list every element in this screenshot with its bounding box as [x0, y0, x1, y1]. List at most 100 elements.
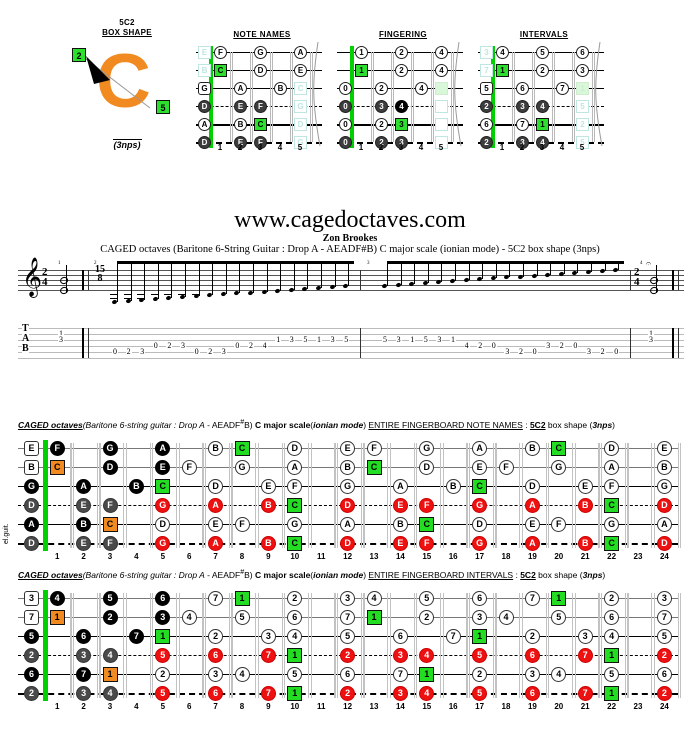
fretboard-note-marker: 6: [208, 686, 224, 701]
tab-fret-number: 2: [558, 341, 565, 350]
fretboard-fret-line: [492, 593, 495, 698]
fretboard-fret-line: [284, 443, 286, 548]
fretboard-note-marker: F: [551, 517, 567, 532]
fretboard-note-marker: 4: [181, 610, 197, 625]
fb-int-h-scale: C major scale: [255, 569, 311, 580]
fretboard-note-marker: G: [472, 536, 488, 551]
fretboard-fret-number: 8: [239, 702, 245, 711]
fretboard-note-marker: 3: [76, 648, 92, 663]
tab-fret-number: 0: [613, 347, 620, 356]
website-title: www.cagedoctaves.com: [234, 207, 466, 233]
fretboard-note-marker: E: [392, 536, 408, 551]
note-beam: [117, 261, 355, 264]
fretboard-fret-number: 15: [422, 702, 432, 711]
fretboard-note-marker: 6: [287, 610, 303, 625]
fretboard-fret-line: [545, 593, 547, 698]
tab-fret-number: 5: [302, 335, 309, 344]
fretboard-note-marker: C: [287, 536, 303, 551]
fretboard-note-marker: 5: [234, 610, 250, 625]
fretboard-note-marker: G: [604, 517, 620, 532]
fretboard-fret-line: [363, 593, 365, 698]
fretboard-note-marker: A: [656, 517, 672, 532]
fretboard-note-marker: B: [656, 460, 672, 475]
fretboard-note-marker: A: [208, 536, 224, 551]
mini-fret-numbers: 1 2 3 4 5: [337, 143, 469, 159]
fretboard-note-marker: F: [366, 441, 382, 456]
tab-fret-number: 3: [504, 347, 511, 356]
tab-barline: [360, 328, 361, 358]
fretboard-fret-line: [176, 593, 178, 698]
fretboard-note-marker: 2: [419, 610, 435, 625]
tab-fret-number: 3: [395, 335, 402, 344]
fretboard-note-marker: 7: [445, 629, 461, 644]
fretboard-fret-line: [99, 443, 101, 548]
fretboard-fret-line: [255, 443, 257, 548]
fretboard-note-marker: E: [524, 517, 540, 532]
tab-fret-number: 0: [234, 341, 241, 350]
fretboard-fret-line: [149, 593, 151, 698]
mini-fret-number: 4: [277, 143, 283, 152]
note-stem: [253, 261, 254, 293]
fretboard-note-marker: 2: [472, 667, 488, 682]
fretboard-note-marker: 7: [524, 591, 540, 606]
fretboard-note-marker: E: [208, 517, 224, 532]
fretboard-note-marker: 3: [392, 686, 408, 701]
box-shape-subtitle: BOX SHAPE: [102, 28, 152, 37]
author-name: Zon Brookes: [322, 233, 378, 244]
fretboard-note-marker: E: [340, 441, 356, 456]
fretboard-fret-line: [281, 593, 283, 698]
note-stem: [239, 261, 241, 294]
fretboard-fret-number: 21: [580, 702, 590, 711]
note-stem: [414, 261, 416, 285]
staff-barline: [630, 270, 631, 290]
fretboard-note-marker: 3: [524, 667, 540, 682]
fretboard-fret-number: 17: [475, 552, 485, 561]
fretboard-note-marker: G: [472, 498, 488, 513]
fretboard-fret-line: [519, 443, 521, 548]
fretboard-open-string-note: 6: [24, 667, 39, 682]
fretboard-note-marker: 2: [656, 648, 672, 663]
fretboard-note-marker: C: [419, 517, 435, 532]
fb-notes-h-paren3: ): [612, 419, 616, 430]
fretboard-fret-line: [123, 443, 125, 548]
fretboard-note-marker: B: [392, 517, 408, 532]
fretboard-fret-number: 19: [527, 552, 537, 561]
fretboard-note-marker: 6: [472, 591, 488, 606]
fb-notes-h-tuning: (Baritone 6-string guitar : Drop A: [82, 419, 205, 430]
notehead-half: [649, 285, 659, 295]
fb-int-h-tuning3: B): [244, 569, 253, 580]
fretboard-note-marker: 2: [208, 629, 224, 644]
fb-int-h-shape: 5C2: [520, 569, 536, 580]
fretboard-note-marker: 1: [472, 629, 488, 644]
fretboard-fret-number: 5: [160, 702, 166, 711]
fretboard-note-marker: F: [287, 479, 303, 494]
tab-barline: [672, 328, 674, 358]
fretboard-open-string-note: 3: [24, 591, 39, 606]
octave-marker: 15 8: [95, 264, 105, 284]
fretboard-note-marker: E: [472, 460, 488, 475]
mini-diagram-fingering: FINGERING 0 0 0 0 1 2 4 1 2 4 2 4 3 4 2 3 2 3 1 2 3 4 5: [337, 30, 469, 159]
fretboard-note-marker: 7: [208, 591, 224, 606]
fb-notes-h-paren2: ): [363, 419, 367, 430]
fretboard-note-marker: 6: [76, 629, 92, 644]
fretboard-note-marker: A: [287, 460, 303, 475]
fretboard-note-marker: 4: [287, 629, 303, 644]
fretboard-fret-number: 10: [290, 702, 300, 711]
fretboard-note-marker: 4: [498, 610, 514, 625]
fretboard-open-string-note: 2: [24, 686, 39, 701]
tab-fret-number: 2: [207, 347, 214, 356]
fretboard-note-marker: F: [102, 536, 118, 551]
fb-notes-h-caged: CAGED octaves: [18, 419, 83, 430]
fretboard-note-marker: A: [392, 479, 408, 494]
fretboard-fret-number: 2: [81, 552, 86, 561]
fretboard-fret-line: [310, 593, 312, 698]
fretboard-note-marker: 3: [392, 648, 408, 663]
mini-diagram-intervals: INTERVALS 3 7 5 2 6 2 4 5 6 1 2 3 6 7 1 3 4 5 7 1 2 3 4 5 1 2 3 4 5: [478, 30, 610, 159]
fretboard-note-marker: 2: [340, 648, 356, 663]
fretboard-note-marker: 6: [604, 610, 620, 625]
caged-box-shape-logo: 5C2 BOX SHAPE C 2 5 (3nps): [62, 18, 192, 158]
mini-fret-number: 1: [358, 143, 364, 152]
fretboard-note-marker: B: [260, 498, 276, 513]
fretboard-note-marker: 5: [287, 667, 303, 682]
fretboard-fret-line: [601, 443, 603, 548]
